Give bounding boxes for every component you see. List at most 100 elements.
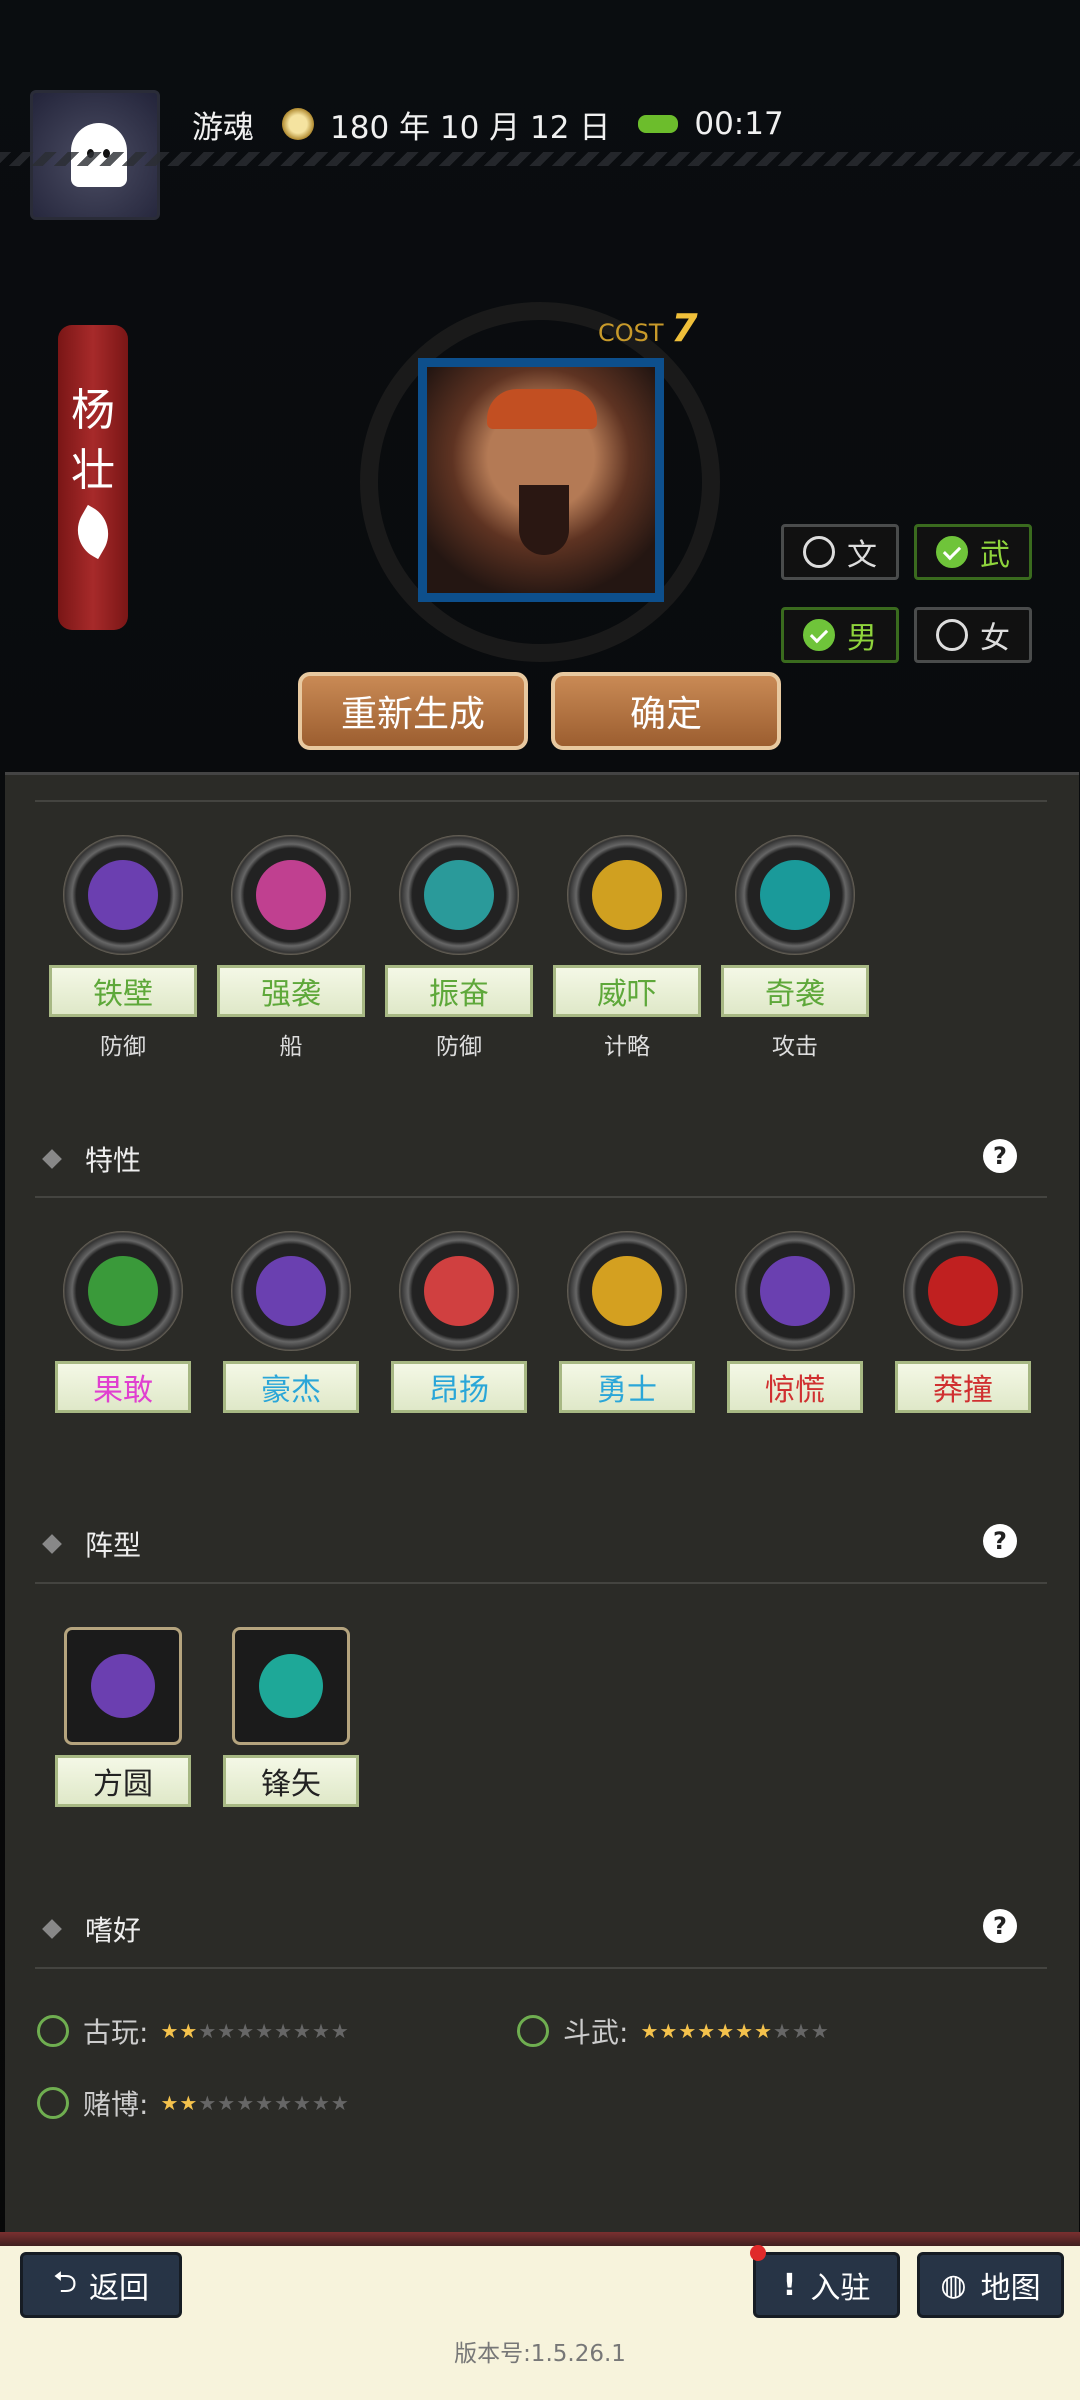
star-icon: ★ [198,2091,218,2115]
star-icon: ★ [678,2019,698,2043]
hobby-label: 斗武: [563,2016,629,2049]
star-icon: ★ [236,2019,256,2043]
formation-item[interactable]: 方圆 [49,1627,197,1807]
hobby-help-icon[interactable]: ? [983,1909,1017,1943]
shouting-face-icon [424,860,494,930]
notification-dot [750,2245,766,2261]
divider [35,800,1047,802]
skill-name: 铁壁 [49,965,197,1017]
toggle-female-label: 女 [980,621,1010,656]
blood-rocks-icon [424,1256,494,1326]
trait-orb [903,1231,1023,1351]
formation-title: 阵型 [85,1529,142,1562]
toggle-military[interactable]: 武 [914,524,1032,580]
trait-item[interactable]: 惊慌 [721,1231,869,1413]
star-rating: ★★★★★★★★★★ [160,2091,349,2115]
skill-orb [399,835,519,955]
star-icon: ★ [198,2019,218,2043]
star-icon: ★ [659,2019,679,2043]
return-arrow-icon: ⮌ [52,2264,78,2300]
star-icon: ★ [179,2019,199,2043]
hobby-icon [37,2087,69,2119]
trait-orb [63,1231,183,1351]
trait-name: 果敢 [55,1361,191,1413]
trait-item[interactable]: 勇士 [553,1231,701,1413]
trait-name: 莽撞 [895,1361,1031,1413]
formation-help-icon[interactable]: ? [983,1524,1017,1558]
star-icon: ★ [179,2091,199,2115]
traits-title: 特性 [85,1144,142,1177]
back-button[interactable]: ⮌ 返回 [20,2252,182,2318]
skill-type: 防御 [100,1034,146,1060]
trait-orb [231,1231,351,1351]
trait-orb [567,1231,687,1351]
skill-item[interactable]: 威吓 计略 [553,835,701,1061]
star-icon: ★ [274,2019,293,2043]
settle-button[interactable]: ! 入驻 [753,2252,900,2318]
general-portrait [418,358,664,602]
skill-item[interactable]: 强袭船 [217,835,365,1061]
toggle-civil[interactable]: 文 [781,524,899,580]
trait-name: 豪杰 [223,1361,359,1413]
divider [35,1582,1047,1584]
trait-item[interactable]: 豪杰 [217,1231,365,1413]
skill-name: 振奋 [385,965,533,1017]
regenerate-button[interactable]: 重新生成 [298,672,528,750]
star-icon: ★ [255,2019,275,2043]
feather-icon [66,504,120,560]
header-divider [0,152,1080,166]
star-icon: ★ [640,2019,660,2043]
turtle-shell-icon [88,860,158,930]
portrait-beard [519,485,569,555]
skill-type: 攻击 [772,1034,818,1060]
skill-item[interactable]: 铁壁 防御 [49,835,197,1061]
toggle-male[interactable]: 男 [781,607,899,663]
star-icon: ★ [735,2019,755,2043]
star-icon: ★ [330,2019,350,2043]
back-label: 返回 [89,2271,150,2306]
arrowhead-formation-icon [259,1654,323,1718]
general-name-char-1: 杨 [71,385,115,436]
map-label: 地图 [980,2271,1041,2306]
check-circle-icon [803,619,835,651]
toggle-female[interactable]: 女 [914,607,1032,663]
star-rating: ★★★★★★★★★★ [160,2019,349,2043]
globe-icon: ◍ [940,2267,967,2303]
star-icon: ★ [697,2019,717,2043]
trait-name: 惊慌 [727,1361,863,1413]
formation-item[interactable]: 锋矢 [217,1627,365,1807]
hobby-item: 古玩: ★★★★★★★★★★ [37,2011,350,2051]
star-icon: ★ [754,2019,773,2043]
exclamation-icon: ! [782,2267,797,2303]
skill-name: 强袭 [217,965,365,1017]
toggle-civil-label: 文 [847,538,877,573]
star-icon: ★ [160,2091,180,2115]
trait-orb [399,1231,519,1351]
confirm-button[interactable]: 确定 [551,672,781,750]
skill-item[interactable]: 奇袭 攻击 [721,835,869,1061]
trait-item[interactable]: 果敢 [49,1231,197,1413]
formation-frame [232,1627,350,1745]
skill-name: 威吓 [553,965,701,1017]
star-icon: ★ [791,2019,811,2043]
trait-item[interactable]: 莽撞 [889,1231,1037,1413]
hobby-item: 斗武: ★★★★★★★★★★ [517,2011,830,2051]
traits-help-icon[interactable]: ? [983,1139,1017,1173]
radio-empty-icon [936,619,968,651]
settle-label: 入驻 [810,2271,871,2306]
trait-name: 勇士 [559,1361,695,1413]
portrait-headband [487,389,597,429]
hobby-icon [517,2015,549,2047]
hobby-icon [37,2015,69,2047]
game-time: 00:17 [694,106,784,142]
red-totem-icon [928,1256,998,1326]
top-status-bar: 游魂 180 年 10 月 12 日 00:17 [192,104,784,146]
skill-type: 船 [279,1034,303,1060]
skill-orb [231,835,351,955]
skill-item[interactable]: 振奋 防御 [385,835,533,1061]
trait-item[interactable]: 昂扬 [385,1231,533,1413]
trait-orb [735,1231,855,1351]
map-button[interactable]: ◍ 地图 [917,2252,1064,2318]
diamond-bullet-icon [42,1534,62,1554]
turtle-formation-icon [91,1654,155,1718]
